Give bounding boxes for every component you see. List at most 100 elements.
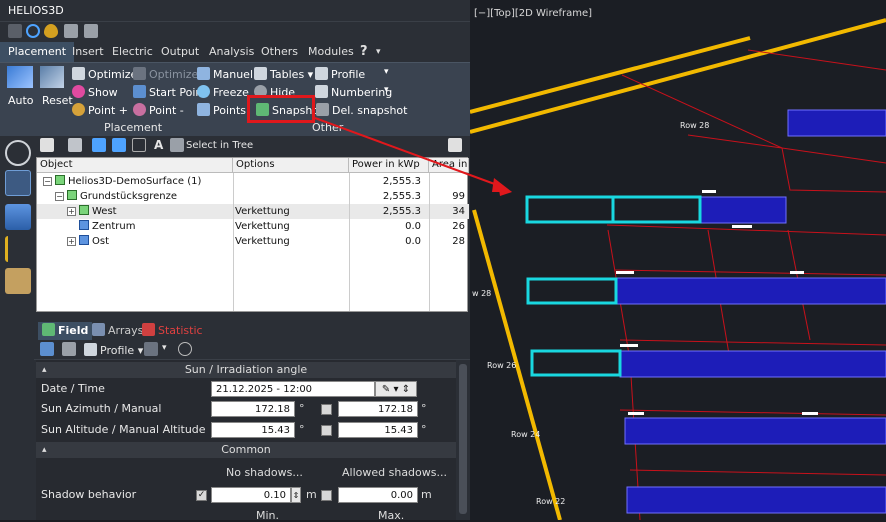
point-plus-icon xyxy=(72,103,85,116)
sort-icon[interactable] xyxy=(40,342,54,356)
altitude-manual-field[interactable]: 15.43 xyxy=(338,422,418,438)
table-row[interactable]: Zentrum Verkettung 0.0 26 xyxy=(37,219,469,234)
solar-panel-arrays xyxy=(615,109,886,514)
collapse-icon[interactable]: ▴ xyxy=(42,362,47,378)
chevron-down-icon[interactable]: ▾ xyxy=(162,343,167,353)
collapse-icon[interactable]: − xyxy=(55,192,64,201)
tab-field[interactable]: Field xyxy=(38,322,93,340)
auto-button[interactable]: Auto xyxy=(8,94,34,107)
ribbon-tabs: Placement Insert Electric Output Analysi… xyxy=(0,42,470,62)
stepper-icon[interactable]: ⇕ xyxy=(402,384,410,395)
panel-toggle-icon[interactable] xyxy=(448,138,462,152)
azimuth-manual-field[interactable]: 172.18 xyxy=(338,401,418,417)
font-icon[interactable]: A xyxy=(154,138,163,152)
arrays-icon xyxy=(92,323,105,336)
optimize-button[interactable]: Optimize xyxy=(72,67,137,81)
column-header-options[interactable]: Options xyxy=(233,158,349,173)
expand-icon[interactable]: + xyxy=(67,207,76,216)
azimuth-field[interactable]: 172.18 xyxy=(211,401,295,417)
collapse-icon[interactable]: ▴ xyxy=(42,442,47,458)
pencil-icon[interactable]: ✎ xyxy=(382,384,390,395)
show-button[interactable]: Show xyxy=(72,85,118,99)
delete-icon[interactable] xyxy=(68,138,82,152)
object-tree-grid: Object Options Power in kWp Area in − Hel… xyxy=(36,157,469,312)
sun-section-header[interactable]: ▴ Sun / Irradiation angle xyxy=(36,362,456,378)
allowed-shadows-header: Allowed shadows... xyxy=(342,466,447,479)
date-picker-controls[interactable]: ✎ ▾ ⇕ xyxy=(375,381,417,397)
eye-icon[interactable] xyxy=(178,342,192,356)
viewport-canvas[interactable]: Row 28 Row 26 Row 24 Row 22 w 28 xyxy=(470,0,886,520)
arrow-head xyxy=(498,183,512,196)
camera-icon[interactable] xyxy=(64,24,78,38)
columns-icon[interactable] xyxy=(144,342,158,356)
optimize-icon xyxy=(72,67,85,80)
altitude-field[interactable]: 15.43 xyxy=(211,422,295,438)
search-icon[interactable] xyxy=(132,138,146,152)
chevron-down-icon[interactable]: ▾ xyxy=(368,42,389,62)
common-section-header[interactable]: ▴ Common xyxy=(36,442,456,458)
freeze-button[interactable]: Freeze xyxy=(197,85,249,99)
table-row[interactable]: − Grundstücksgrenze 2,555.3 99 xyxy=(37,189,469,204)
profile-dropdown[interactable]: Profile ▾ xyxy=(84,343,143,357)
table-row[interactable]: + West Verkettung 2,555.3 34 xyxy=(37,204,469,219)
date-time-field[interactable]: 21.12.2025 - 12:00 xyxy=(211,381,375,397)
chevron-down-icon[interactable]: ▾ xyxy=(384,85,389,95)
viewport-title[interactable]: [−][Top][2D Wireframe] xyxy=(474,8,592,19)
grid-icon[interactable] xyxy=(5,170,31,196)
collapse-icon[interactable]: − xyxy=(43,177,52,186)
select-in-tree-button[interactable]: Select in Tree xyxy=(186,140,253,151)
column-header-object[interactable]: Object xyxy=(37,158,233,173)
splitter-handle[interactable] xyxy=(34,312,470,320)
tab-placement[interactable]: Placement xyxy=(0,42,75,62)
manuel-button[interactable]: Manuel xyxy=(197,67,253,81)
row-label: Row 26 xyxy=(487,361,517,370)
list-icon[interactable] xyxy=(5,236,31,262)
refresh-icon[interactable] xyxy=(26,24,40,38)
point-minus-button[interactable]: Point - xyxy=(133,103,184,117)
solar-panel-icon[interactable] xyxy=(5,204,31,230)
placement-group-label: Placement xyxy=(104,121,163,134)
altitude-label: Sun Altitude / Manual Altitude xyxy=(41,423,206,436)
expand-icon[interactable]: + xyxy=(67,237,76,246)
arrow-down-icon[interactable] xyxy=(112,138,126,152)
shadow-max-field[interactable]: 0.00 xyxy=(338,487,418,503)
shadow-min-stepper[interactable]: ⇕ xyxy=(291,487,301,503)
scrollbar-thumb[interactable] xyxy=(459,364,467,514)
start-point-button[interactable]: Start Point xyxy=(133,85,207,99)
shadow-max-checkbox[interactable] xyxy=(321,490,332,501)
chevron-down-icon[interactable]: ▾ xyxy=(393,384,398,395)
field-icon xyxy=(42,323,55,336)
boundary-icon xyxy=(67,190,77,200)
column-header-power[interactable]: Power in kWp xyxy=(349,158,429,173)
table-row[interactable]: + Ost Verkettung 0.0 28 xyxy=(37,234,469,249)
chevron-down-icon[interactable]: ▾ xyxy=(384,67,389,77)
auto-icon xyxy=(7,66,33,88)
tables-button[interactable]: Tables ▾ xyxy=(254,67,313,81)
tools-icon[interactable] xyxy=(5,268,31,294)
points-button[interactable]: Points xyxy=(197,103,246,117)
eye-icon[interactable] xyxy=(44,24,58,38)
tab-others[interactable]: Others xyxy=(253,42,306,62)
menu-icon[interactable] xyxy=(8,24,22,38)
profile-button[interactable]: Profile xyxy=(315,67,365,81)
tab-output[interactable]: Output xyxy=(153,42,207,62)
new-icon[interactable] xyxy=(40,138,54,152)
point-plus-button[interactable]: Point + xyxy=(72,103,128,117)
shadow-min-field[interactable]: 0.10 xyxy=(211,487,291,503)
del-snapshot-button[interactable]: Del. snapshot xyxy=(316,103,407,117)
table-row[interactable]: − Helios3D-DemoSurface (1) 2,555.3 xyxy=(37,174,469,189)
camera-settings-icon[interactable] xyxy=(84,24,98,38)
reset-button[interactable]: Reset xyxy=(42,94,73,107)
altitude-manual-checkbox[interactable] xyxy=(321,425,332,436)
field-icon xyxy=(79,220,89,230)
gear-icon[interactable] xyxy=(5,140,31,166)
tab-statistic[interactable]: Statistic xyxy=(138,322,207,340)
properties-panel: ▴ Sun / Irradiation angle Date / Time 21.… xyxy=(36,360,456,522)
numbering-button[interactable]: Numbering xyxy=(315,85,392,99)
column-header-area[interactable]: Area in xyxy=(429,158,469,173)
shadow-checkbox[interactable]: ✓ xyxy=(196,490,207,501)
arrow-up-icon[interactable] xyxy=(92,138,106,152)
azimuth-manual-checkbox[interactable] xyxy=(321,404,332,415)
list-icon[interactable] xyxy=(62,342,76,356)
properties-scrollbar[interactable] xyxy=(456,360,470,520)
